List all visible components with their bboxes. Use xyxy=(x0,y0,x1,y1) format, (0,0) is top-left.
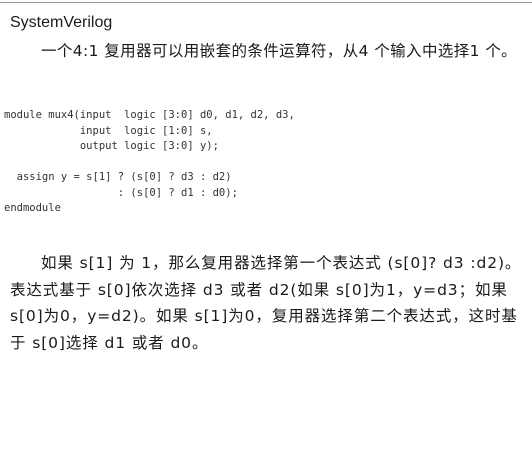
code-line: assign y = s[1] ? (s[0] ? d3 : d2) xyxy=(4,171,232,183)
language-label: SystemVerilog xyxy=(10,14,113,31)
top-divider xyxy=(0,2,532,3)
code-line: input logic [1:0] s, xyxy=(4,124,213,137)
code-line: output logic [3:0] y); xyxy=(4,140,219,152)
code-line: module mux4(input logic [3:0] d0, d1, d2… xyxy=(4,109,295,121)
code-line: endmodule xyxy=(4,202,61,214)
explanation-paragraph: 如果 s[1] 为 1，那么复用器选择第一个表达式 (s[0]? d3 :d2)… xyxy=(10,254,522,352)
code-block: module mux4(input logic [3:0] d0, d1, d2… xyxy=(4,108,524,217)
document-page: SystemVerilog 一个4:1 复用器可以用嵌套的条件运算符，从4 个输… xyxy=(0,0,532,452)
code-line: : (s[0] ? d1 : d0); xyxy=(4,186,238,199)
intro-paragraph: 一个4:1 复用器可以用嵌套的条件运算符，从4 个输入中选择1 个。 xyxy=(41,42,518,60)
